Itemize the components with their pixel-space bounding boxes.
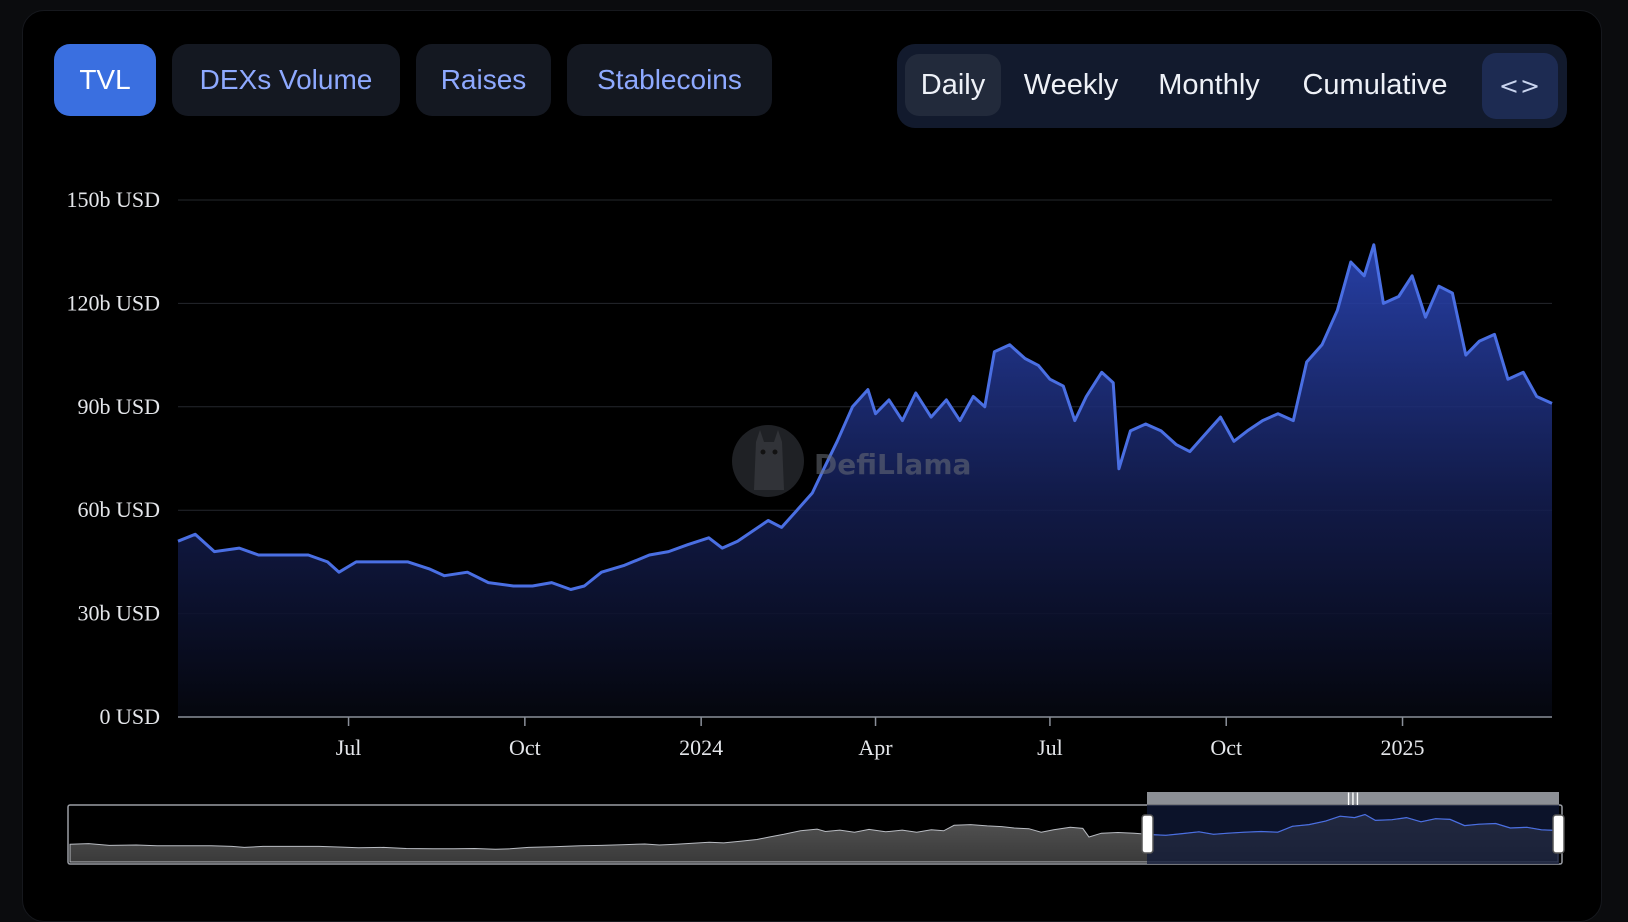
x-tick-label: Oct xyxy=(509,735,541,760)
zoom-slider-right-handle[interactable] xyxy=(1552,814,1565,854)
x-tick-label: Apr xyxy=(858,735,893,760)
y-tick-label: 60b USD xyxy=(77,497,160,522)
y-tick-label: 120b USD xyxy=(66,290,160,315)
zoom-slider-selection[interactable] xyxy=(1147,805,1559,864)
y-tick-label: 90b USD xyxy=(77,394,160,419)
y-tick-label: 30b USD xyxy=(77,601,160,626)
x-tick-label: Jul xyxy=(1037,735,1063,760)
y-tick-label: 150b USD xyxy=(66,187,160,212)
drag-grip-icon: ||| xyxy=(1346,791,1359,805)
llama-logo-icon xyxy=(732,425,804,497)
x-tick-label: Jul xyxy=(336,735,362,760)
watermark-text: DefiLlama xyxy=(814,448,972,481)
x-tick-label: 2024 xyxy=(679,735,723,760)
defillama-watermark: DefiLlama xyxy=(730,418,972,504)
zoom-slider-left-handle[interactable] xyxy=(1141,814,1154,854)
x-tick-label: 2025 xyxy=(1381,735,1425,760)
y-tick-label: 0 USD xyxy=(99,704,160,729)
x-tick-label: Oct xyxy=(1210,735,1242,760)
